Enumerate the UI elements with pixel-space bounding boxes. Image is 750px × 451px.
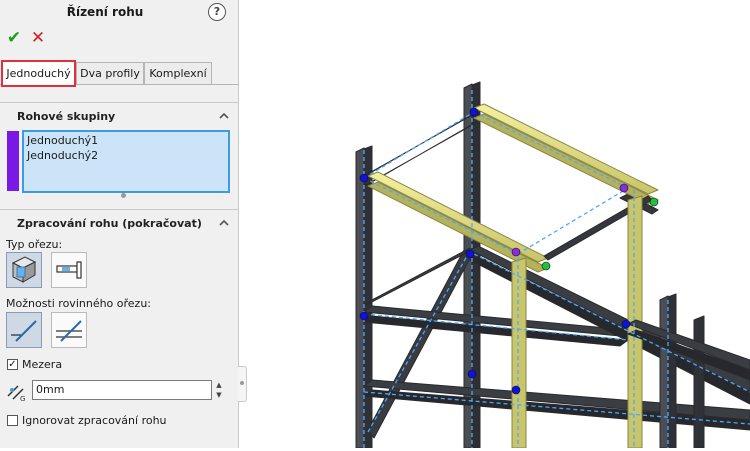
divider [0,209,238,210]
chevron-up-icon[interactable] [218,218,230,228]
list-item[interactable]: Jednoduchý1 [27,134,98,147]
frame-3d-model[interactable] [248,0,750,449]
resize-grip[interactable] [121,193,126,198]
group-color-swatch [7,131,19,191]
divider [0,102,238,103]
gap-value-input[interactable]: 0mm [32,380,212,400]
gap-dimension-icon: G [6,382,28,403]
corner-trim-miter-icon[interactable] [6,252,42,288]
gap-checkbox[interactable]: ✓ [7,359,18,370]
corner-groups-title: Rohové skupiny [17,110,116,123]
help-icon[interactable]: ? [208,3,226,21]
tab-bar: Jednoduchý Dva profily Komplexní [0,60,238,87]
panel-splitter[interactable] [238,366,247,402]
trim-type-label: Typ ořezu: [6,238,63,251]
corner-treatment-title: Zpracování rohu (pokračovat) [17,217,202,230]
tab-two-profiles[interactable]: Dva profily [76,62,144,84]
svg-text:G: G [20,395,25,402]
corner-groups-list[interactable]: Jednoduchý1 Jednoduchý2 [22,130,230,193]
ignore-corner-checkbox[interactable] [7,415,18,426]
ok-icon[interactable]: ✔ [4,28,24,48]
planar-trim-icon[interactable] [6,312,42,348]
gap-label: Mezera [22,358,63,371]
planar-trim-label: Možnosti rovinného ořezu: [6,297,152,310]
ignore-corner-label: Ignorovat zpracování rohu [22,414,167,427]
graphics-viewport[interactable] [248,0,750,449]
chevron-up-icon[interactable] [218,111,230,121]
planar-trim-alt-icon[interactable] [51,312,87,348]
list-item[interactable]: Jednoduchý2 [27,149,98,162]
tab-simple[interactable]: Jednoduchý [1,60,76,87]
gap-spinner[interactable]: ▲ ▼ [213,380,225,400]
corner-trim-butt-icon[interactable] [51,252,87,288]
property-manager-panel: Řízení rohu ? ✔ ✕ Jednoduchý Dva profily… [0,0,239,448]
tab-complex[interactable]: Komplexní [144,62,212,84]
cancel-icon[interactable]: ✕ [28,28,48,48]
panel-title: Řízení rohu [66,5,144,19]
